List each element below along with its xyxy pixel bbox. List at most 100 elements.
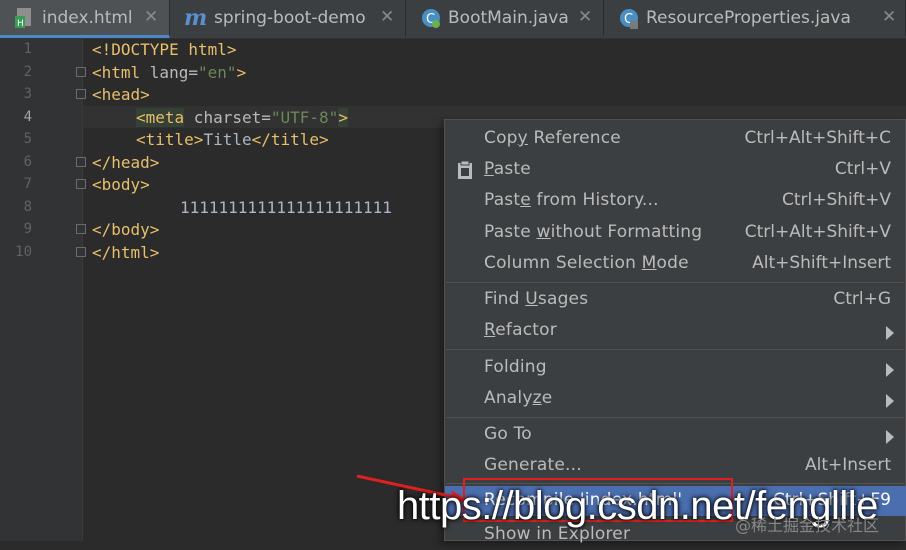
menu-shortcut: Ctrl+G [833,289,891,309]
tab-label: BootMain.java [448,8,569,28]
watermark-small-text: @稀土掘金技术社区 [735,516,880,535]
code-line[interactable]: </body> [92,220,159,239]
html-file-icon: H [14,7,36,29]
fold-marker-icon[interactable] [76,224,86,234]
java-class-icon: C [618,7,640,29]
line-number: 10 [15,244,32,260]
code-line[interactable]: </head> [92,153,159,172]
menu-separator [446,282,904,283]
menu-item-label: Copy Reference [484,128,621,148]
svg-text:H: H [17,19,24,29]
tab-label: ResourceProperties.java [646,8,851,28]
menu-item-copy-reference[interactable]: Copy Reference Ctrl+Alt+Shift+C [445,124,906,154]
code-line[interactable]: <meta charset="UTF-8"> [136,108,348,127]
spring-boot-class-icon: C [420,7,442,29]
menu-item-label: Generate... [484,455,582,475]
tab-index-html[interactable]: H index.html ✕ [0,0,170,38]
menu-item-paste-from-history[interactable]: Paste from History... Ctrl+Shift+V [445,186,906,216]
menu-item-folding[interactable]: Folding [445,353,906,383]
line-number: 4 [23,109,32,125]
text-token: Title [203,130,252,149]
menu-shortcut: Ctrl+Alt+Shift+C [744,128,891,148]
tab-resourceproperties-java[interactable]: C ResourceProperties.java ✕ [604,0,906,36]
line-number: 6 [23,154,32,170]
code-line[interactable]: 1111111111111111111111 [180,198,392,217]
menu-item-analyze[interactable]: Analyze [445,384,906,414]
submenu-arrow-icon [886,363,894,377]
attr-token: charset= [184,108,271,127]
close-icon[interactable]: ✕ [578,7,592,27]
tag-token: </html> [92,243,160,262]
menu-shortcut: Ctrl+Alt+Shift+V [744,222,891,242]
menu-item-label: Paste [484,159,531,179]
menu-item-label: Refactor [484,320,557,340]
menu-item-label: Go To [484,424,532,444]
tag-token: <head> [92,85,150,104]
menu-item-label: Paste without Formatting [484,222,703,242]
tag-token: </head> [92,153,160,172]
close-icon[interactable]: ✕ [144,7,158,27]
editor-tab-bar: H index.html ✕ m spring-boot-demo ✕ C Bo… [0,0,906,39]
code-line[interactable]: <html lang="en"> [92,63,246,82]
tab-bootmain-java[interactable]: C BootMain.java ✕ [406,0,604,36]
menu-item-generate[interactable]: Generate... Alt+Insert [445,451,906,481]
menu-item-go-to[interactable]: Go To [445,420,906,450]
menu-item-label: Find Usages [484,289,589,309]
line-number: 5 [23,131,32,147]
menu-item-paste[interactable]: Paste Ctrl+V [445,155,906,185]
menu-item-find-usages[interactable]: Find Usages Ctrl+G [445,285,906,315]
attr-token: lang= [149,63,198,82]
code-line[interactable]: <title>Title</title> [136,130,329,149]
line-number: 3 [23,86,32,102]
tag-token: > [236,63,247,82]
fold-marker-icon[interactable] [76,247,86,257]
tag-token: <title> [136,130,204,149]
menu-item-label: Column Selection Mode [484,253,689,273]
tag-token: <body> [92,175,150,194]
submenu-arrow-icon [886,430,894,444]
code-line[interactable]: </html> [92,243,159,262]
svg-text:m: m [184,7,207,29]
code-line[interactable]: <head> [92,85,150,104]
menu-item-column-selection-mode[interactable]: Column Selection Mode Alt+Shift+Insert [445,249,906,279]
menu-item-refactor[interactable]: Refactor [445,316,906,346]
code-line[interactable]: <body> [92,175,150,194]
menu-item-label: Analyze [484,388,553,408]
text-token: 1111111111111111111111 [180,198,392,217]
menu-item-label: Paste from History... [484,190,659,210]
close-icon[interactable]: ✕ [380,7,394,27]
menu-separator [446,417,904,418]
fold-marker-icon[interactable] [76,157,86,167]
menu-shortcut: Alt+Insert [804,455,891,475]
value-token: "en" [197,63,237,82]
line-number: 9 [23,221,32,237]
fold-marker-icon[interactable] [76,89,86,99]
menu-shortcut: Ctrl+Shift+V [781,190,891,210]
line-number: 8 [23,199,32,215]
submenu-arrow-icon [886,394,894,408]
code-line[interactable]: <!DOCTYPE html> [92,40,237,59]
tag-token: <meta [136,108,185,127]
menu-shortcut: Alt+Shift+Insert [752,253,891,273]
clipboard-icon [457,160,473,184]
menu-item-label: Folding [484,357,547,377]
line-number: 7 [23,176,32,192]
line-number: 1 [23,41,32,57]
fold-marker-icon[interactable] [76,67,86,77]
tab-spring-boot-demo[interactable]: m spring-boot-demo ✕ [170,0,406,36]
submenu-arrow-icon [886,326,894,340]
close-icon[interactable]: ✕ [882,7,896,27]
menu-item-paste-without-formatting[interactable]: Paste without Formatting Ctrl+Alt+Shift+… [445,218,906,248]
tag-token: > [338,108,348,127]
line-number: 2 [23,64,32,80]
menu-shortcut: Ctrl+V [834,159,891,179]
tab-label: index.html [42,7,133,28]
fold-marker-icon[interactable] [76,179,86,189]
value-token: "UTF-8" [270,108,339,127]
menu-separator [446,349,904,350]
tag-token: </body> [92,220,160,239]
maven-module-icon: m [184,5,208,31]
doctype: <!DOCTYPE html> [92,40,237,59]
tag-token: </title> [251,130,329,149]
tab-label: spring-boot-demo [214,8,366,28]
